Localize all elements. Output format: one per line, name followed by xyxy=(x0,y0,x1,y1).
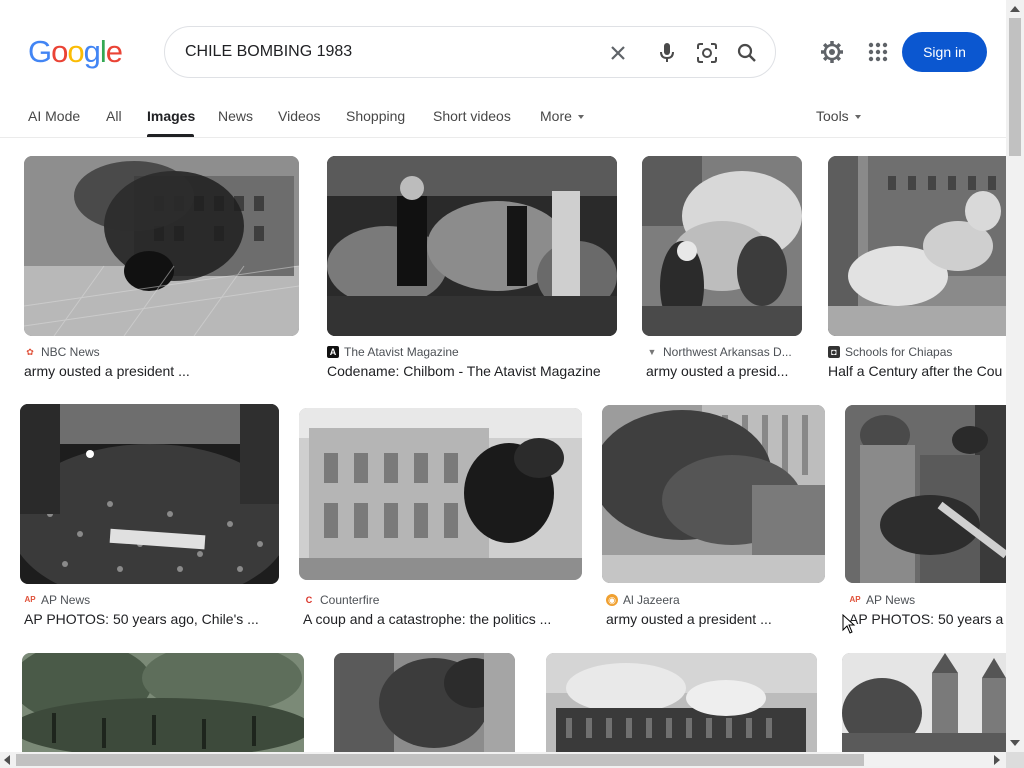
result-source[interactable]: ◘ Schools for Chiapas xyxy=(828,345,952,359)
result-caption[interactable]: AP PHOTOS: 50 years a xyxy=(849,611,1006,627)
search-input[interactable]: CHILE BOMBING 1983 xyxy=(185,43,352,61)
tab-more-label: More xyxy=(540,108,572,124)
image-result-thumbnail[interactable] xyxy=(845,405,1006,583)
result-caption[interactable]: army ousted a presid... xyxy=(646,363,802,379)
tab-shopping[interactable]: Shopping xyxy=(346,108,405,124)
nwa-icon: ▼ xyxy=(647,347,657,357)
scrollbar-corner xyxy=(1006,752,1024,768)
counterfire-icon: C xyxy=(305,595,313,605)
active-tab-indicator xyxy=(147,134,194,137)
al-jazeera-icon: ◉ xyxy=(606,594,618,606)
ap-news-icon: AP xyxy=(849,595,861,604)
google-logo[interactable]: Google xyxy=(28,34,123,70)
result-caption[interactable]: AP PHOTOS: 50 years ago, Chile's ... xyxy=(24,611,279,627)
image-result-thumbnail[interactable] xyxy=(642,156,802,336)
image-result-thumbnail[interactable] xyxy=(602,405,825,583)
schools-for-chiapas-icon: ◘ xyxy=(828,346,840,358)
result-source[interactable]: ◉ Al Jazeera xyxy=(606,593,680,607)
logo-letter: G xyxy=(28,34,52,69)
caret-down-icon xyxy=(854,115,861,120)
search-box[interactable]: CHILE BOMBING 1983 xyxy=(164,26,776,78)
source-name: Counterfire xyxy=(320,593,380,607)
image-result-thumbnail[interactable] xyxy=(20,404,279,584)
scroll-down-arrow-icon[interactable] xyxy=(1010,740,1020,746)
logo-letter: g xyxy=(83,34,101,69)
logo-letter: o xyxy=(51,34,68,69)
tab-more[interactable]: More xyxy=(540,108,584,124)
result-caption[interactable]: army ousted a president ... xyxy=(606,611,825,627)
caret-down-icon xyxy=(577,115,584,120)
source-name: Northwest Arkansas D... xyxy=(663,345,792,359)
result-source[interactable]: C Counterfire xyxy=(303,593,380,607)
image-result-thumbnail[interactable] xyxy=(334,653,515,752)
source-name: AP News xyxy=(866,593,916,607)
vertical-scroll-thumb[interactable] xyxy=(1009,18,1021,156)
tab-ai-mode[interactable]: AI Mode xyxy=(28,108,80,124)
result-source[interactable]: AP AP News xyxy=(849,593,915,607)
image-result-thumbnail[interactable] xyxy=(828,156,1006,336)
tab-short-videos[interactable]: Short videos xyxy=(433,108,511,124)
camera-lens-icon[interactable] xyxy=(694,40,720,66)
search-icon[interactable] xyxy=(734,40,760,66)
sign-in-button[interactable]: Sign in xyxy=(902,32,987,72)
search-tabs: AI Mode All Images News Videos Shopping … xyxy=(0,96,1006,138)
result-caption[interactable]: A coup and a catastrophe: the politics .… xyxy=(303,611,582,627)
source-name: AP News xyxy=(41,593,91,607)
result-caption[interactable]: army ousted a president ... xyxy=(24,363,299,379)
ap-news-icon: AP xyxy=(24,595,36,604)
atavist-icon: A xyxy=(327,346,339,358)
image-result-thumbnail[interactable] xyxy=(22,653,304,752)
gear-icon[interactable] xyxy=(818,38,846,66)
result-source[interactable]: A The Atavist Magazine xyxy=(327,345,459,359)
logo-letter: e xyxy=(105,34,123,69)
tools-button[interactable]: Tools xyxy=(816,108,861,124)
source-name: NBC News xyxy=(41,345,100,359)
source-name: Schools for Chiapas xyxy=(845,345,953,359)
tab-all[interactable]: All xyxy=(106,108,122,124)
result-source[interactable]: ✿ NBC News xyxy=(24,345,100,359)
tab-videos[interactable]: Videos xyxy=(278,108,321,124)
image-result-thumbnail[interactable] xyxy=(24,156,299,336)
result-caption[interactable]: Half a Century after the Cou xyxy=(828,363,1006,379)
image-result-thumbnail[interactable] xyxy=(546,653,817,752)
horizontal-scroll-thumb[interactable] xyxy=(16,754,864,766)
tab-images[interactable]: Images xyxy=(147,108,195,124)
result-caption[interactable]: Codename: Chilbom - The Atavist Magazine xyxy=(327,363,617,379)
image-result-thumbnail[interactable] xyxy=(299,408,582,580)
clear-icon[interactable] xyxy=(605,40,631,66)
scroll-right-arrow-icon[interactable] xyxy=(994,755,1000,765)
tools-label: Tools xyxy=(816,108,849,124)
microphone-icon[interactable] xyxy=(654,40,680,66)
source-name: Al Jazeera xyxy=(623,593,680,607)
tab-news[interactable]: News xyxy=(218,108,253,124)
image-result-thumbnail[interactable] xyxy=(842,653,1006,752)
source-name: The Atavist Magazine xyxy=(344,345,459,359)
apps-grid-icon[interactable] xyxy=(866,40,890,64)
scroll-up-arrow-icon[interactable] xyxy=(1010,6,1020,12)
nbc-peacock-icon: ✿ xyxy=(26,347,34,357)
result-source[interactable]: AP AP News xyxy=(24,593,90,607)
mouse-cursor-icon xyxy=(842,613,856,634)
image-result-thumbnail[interactable] xyxy=(327,156,617,336)
logo-letter: o xyxy=(67,34,84,69)
scroll-left-arrow-icon[interactable] xyxy=(4,755,10,765)
result-source[interactable]: ▼ Northwest Arkansas D... xyxy=(646,345,792,359)
